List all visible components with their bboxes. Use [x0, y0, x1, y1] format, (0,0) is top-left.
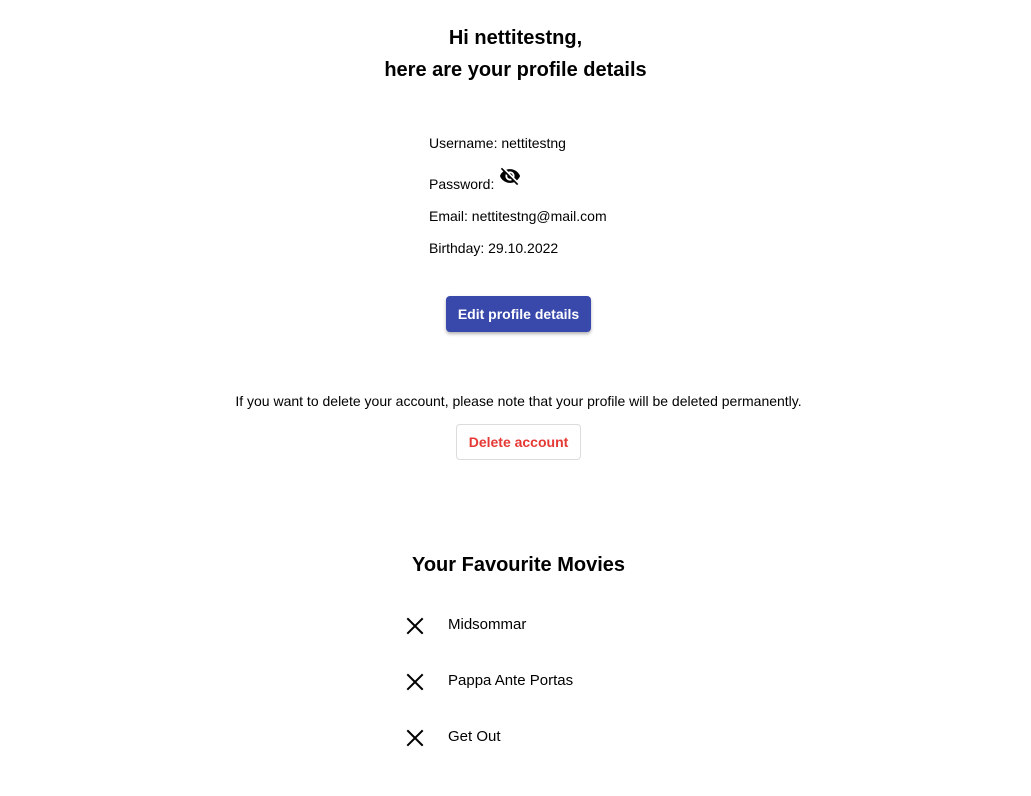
- delete-warning-text: If you want to delete your account, plea…: [235, 393, 802, 409]
- list-item: Pappa Ante Portas: [405, 668, 705, 724]
- list-item: Get Out: [405, 724, 705, 780]
- movie-title: Get Out: [448, 728, 501, 745]
- close-icon[interactable]: [405, 616, 425, 636]
- close-icon[interactable]: [405, 728, 425, 748]
- movie-title: Pappa Ante Portas: [448, 672, 574, 689]
- password-row: Password:: [429, 167, 521, 193]
- profile-page: Hi nettitestng, here are your profile de…: [0, 0, 1031, 796]
- favourite-movies-list: Midsommar Pappa Ante Portas Get Out: [405, 612, 705, 780]
- birthday-text: Birthday: 29.10.2022: [429, 240, 559, 256]
- greeting-title: Hi nettitestng,: [448, 27, 583, 49]
- greeting-subtitle: here are your profile details: [384, 59, 647, 81]
- email-text: Email: nettitestng@mail.com: [429, 208, 607, 224]
- close-icon[interactable]: [405, 672, 425, 692]
- username-text: Username: nettitestng: [429, 135, 566, 151]
- delete-account-button[interactable]: Delete account: [456, 424, 581, 460]
- movie-title: Midsommar: [448, 616, 527, 633]
- edit-profile-button[interactable]: Edit profile details: [446, 296, 591, 332]
- eye-off-icon[interactable]: [499, 165, 521, 187]
- list-item: Midsommar: [405, 612, 705, 668]
- favourites-title: Your Favourite Movies: [411, 554, 625, 576]
- password-label: Password:: [429, 176, 495, 192]
